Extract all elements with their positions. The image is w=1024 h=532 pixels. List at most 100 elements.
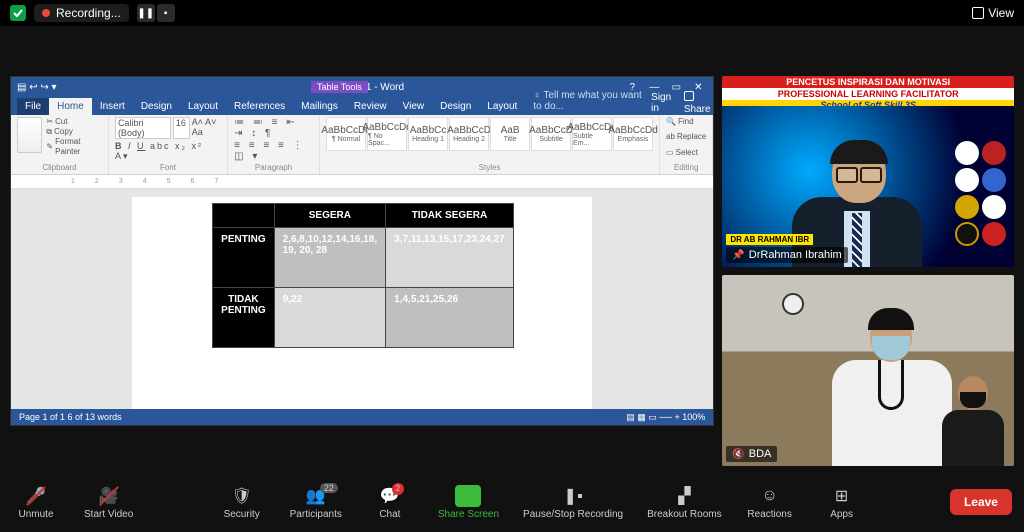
- replace-button[interactable]: ab Replace: [666, 132, 706, 142]
- logo-strip: [952, 138, 1012, 249]
- meeting-controls: 🎤 Unmute 🎥 Start Video 🛡 Security 👥 22 P…: [0, 472, 1024, 532]
- participants-count: 22: [320, 483, 338, 493]
- banner-line2: PROFESSIONAL LEARNING FACILITATOR: [722, 88, 1014, 100]
- style-heading-1[interactable]: AaBbCcHeading 1: [408, 117, 448, 151]
- group-editing: 🔍 Find ab Replace ▭ Select Editing: [660, 115, 713, 174]
- encryption-shield-icon[interactable]: [10, 5, 26, 21]
- participant-name-tag: 🔇BDA: [726, 446, 777, 462]
- tab-view[interactable]: View: [395, 98, 433, 115]
- col-header-tidak-segera: TIDAK SEGERA: [386, 204, 514, 228]
- group-clipboard: ✂ Cut ⧉ Copy ✎ Format Painter Clipboard: [11, 115, 109, 174]
- style-heading-2[interactable]: AaBbCcDHeading 2: [449, 117, 489, 151]
- participant-tiles: PENCETUS INSPIRASI DAN MOTIVASI PROFESSI…: [722, 76, 1014, 466]
- security-button[interactable]: 🛡 Security: [218, 485, 266, 520]
- ribbon-tabs: File Home Insert Design Layout Reference…: [11, 97, 713, 115]
- ruler: 1234567: [11, 175, 713, 189]
- style--no-spac-[interactable]: AaBbCcDd¶ No Spac...: [367, 117, 407, 151]
- breakout-rooms-button[interactable]: ▞ Breakout Rooms: [647, 485, 721, 520]
- document-area[interactable]: SEGERA TIDAK SEGERA PENTING 2,6,8,10,12,…: [11, 189, 713, 409]
- participants-button[interactable]: 👥 22 Participants: [290, 485, 342, 520]
- record-controls-icon: ❚▪: [562, 485, 584, 507]
- status-page-words: Page 1 of 1 6 of 13 words: [19, 412, 122, 422]
- style-subtle-em-[interactable]: AaBbCcDdSubtle Em...: [572, 117, 612, 151]
- priority-matrix-table[interactable]: SEGERA TIDAK SEGERA PENTING 2,6,8,10,12,…: [212, 203, 514, 348]
- tab-review[interactable]: Review: [346, 98, 395, 115]
- cell-tidak-penting-segera[interactable]: 9,22: [274, 288, 386, 348]
- microphone-icon: 🎤: [25, 485, 47, 507]
- tab-file[interactable]: File: [17, 98, 49, 115]
- shared-screen: ▤ ↩ ↪ ▾ Document1 - Word Table Tools ?—▭…: [10, 76, 714, 426]
- participant-tile-1[interactable]: PENCETUS INSPIRASI DAN MOTIVASI PROFESSI…: [722, 76, 1014, 267]
- group-paragraph: ≔ ≕ ≡ ⇤ ⇥ ↕ ¶ ≡ ≡ ≡ ≡ ⋮ ◫ ▾ Paragraph: [228, 115, 320, 174]
- grid-icon: [972, 7, 984, 19]
- stop-recording-button[interactable]: ▪: [157, 4, 175, 22]
- ribbon: ✂ Cut ⧉ Copy ✎ Format Painter Clipboard …: [11, 115, 713, 175]
- style--normal[interactable]: AaBbCcDd¶ Normal: [326, 117, 366, 151]
- record-dot-icon: [42, 9, 50, 17]
- wall-clock-icon: [782, 293, 804, 315]
- shield-icon: 🛡: [231, 485, 253, 507]
- leave-button[interactable]: Leave: [950, 489, 1012, 515]
- apps-button[interactable]: ⊞ Apps: [818, 485, 866, 520]
- paste-button[interactable]: [17, 117, 42, 153]
- name-tape: DR AB RAHMAN IBR: [726, 234, 813, 245]
- row-header-tidak-penting: TIDAK PENTING: [213, 288, 274, 348]
- chat-unread-badge: 2: [392, 483, 404, 495]
- share-screen-button[interactable]: ⬆ Share Screen: [438, 485, 499, 520]
- apps-icon: ⊞: [831, 485, 853, 507]
- view-mode-button[interactable]: View: [972, 6, 1014, 20]
- tab-references[interactable]: References: [226, 98, 293, 115]
- tab-design[interactable]: Design: [133, 98, 180, 115]
- recording-label: Recording...: [56, 6, 121, 20]
- group-styles: AaBbCcDd¶ NormalAaBbCcDd¶ No Spac...AaBb…: [320, 115, 660, 174]
- tab-table-design[interactable]: Design: [432, 98, 479, 115]
- row-header-penting: PENTING: [213, 228, 274, 288]
- group-font: Calibri (Body) 16 A˄ A˅ Aa B I U abc x₂ …: [109, 115, 228, 174]
- mute-icon: 🔇: [732, 449, 744, 460]
- format-painter-button[interactable]: ✎ Format Painter: [46, 137, 102, 157]
- banner-line1: PENCETUS INSPIRASI DAN MOTIVASI: [722, 76, 1014, 88]
- tab-table-layout[interactable]: Layout: [479, 98, 525, 115]
- tab-mailings[interactable]: Mailings: [293, 98, 346, 115]
- page: SEGERA TIDAK SEGERA PENTING 2,6,8,10,12,…: [132, 197, 592, 409]
- meeting-stage: ▤ ↩ ↪ ▾ Document1 - Word Table Tools ?—▭…: [0, 26, 1024, 472]
- style-subtitle[interactable]: AaBbCcDSubtitle: [531, 117, 571, 151]
- style-title[interactable]: AaBTitle: [490, 117, 530, 151]
- top-bar: Recording... ❚❚ ▪ View: [0, 0, 1024, 26]
- recording-indicator: Recording...: [34, 4, 129, 22]
- copy-button[interactable]: ⧉ Copy: [46, 127, 102, 137]
- select-button[interactable]: ▭ Select: [666, 148, 706, 158]
- tab-home[interactable]: Home: [49, 98, 92, 115]
- reactions-button[interactable]: ☺ Reactions: [746, 485, 794, 520]
- cell-penting-tidak-segera[interactable]: 3,7,11,13,15,17,23,24,27: [386, 228, 514, 288]
- find-button[interactable]: 🔍 Find: [666, 117, 706, 127]
- share-button[interactable]: Share: [684, 91, 713, 115]
- tab-layout[interactable]: Layout: [180, 98, 226, 115]
- share-screen-icon: ⬆: [455, 485, 481, 507]
- reactions-icon: ☺: [759, 485, 781, 507]
- tab-insert[interactable]: Insert: [92, 98, 133, 115]
- breakout-icon: ▞: [673, 485, 695, 507]
- tell-me-search[interactable]: ♀ Tell me what you want to do...: [525, 87, 651, 115]
- table-tools-label: Table Tools: [311, 81, 368, 93]
- pause-stop-recording-button[interactable]: ❚▪ Pause/Stop Recording: [523, 485, 623, 520]
- unmute-button[interactable]: 🎤 Unmute: [12, 485, 60, 520]
- font-size-select[interactable]: 16: [173, 117, 190, 139]
- cut-button[interactable]: ✂ Cut: [46, 117, 102, 127]
- cell-tidak-penting-tidak-segera[interactable]: 1,4,5,21,25,26: [386, 288, 514, 348]
- start-video-button[interactable]: 🎥 Start Video: [84, 485, 133, 520]
- participant-tile-2[interactable]: 🔇BDA: [722, 275, 1014, 466]
- pin-icon: 📌: [732, 250, 744, 261]
- col-header-segera: SEGERA: [274, 204, 386, 228]
- word-status-bar: Page 1 of 1 6 of 13 words ▤ ▦ ▭ ── + 100…: [11, 409, 713, 425]
- pause-recording-button[interactable]: ❚❚: [137, 4, 155, 22]
- sign-in-link[interactable]: Sign in: [651, 92, 674, 114]
- background-person: [938, 366, 1008, 466]
- style-emphasis[interactable]: AaBbCcDdEmphasis: [613, 117, 653, 151]
- camera-icon: 🎥: [98, 485, 120, 507]
- chat-button[interactable]: 💬 2 Chat: [366, 485, 414, 520]
- zoom-level[interactable]: 100%: [682, 412, 705, 422]
- participant-name-tag: 📌DrRahman Ibrahim: [726, 247, 847, 263]
- cell-penting-segera[interactable]: 2,6,8,10,12,14,16,18, 19, 20, 28: [274, 228, 386, 288]
- font-name-select[interactable]: Calibri (Body): [115, 117, 171, 139]
